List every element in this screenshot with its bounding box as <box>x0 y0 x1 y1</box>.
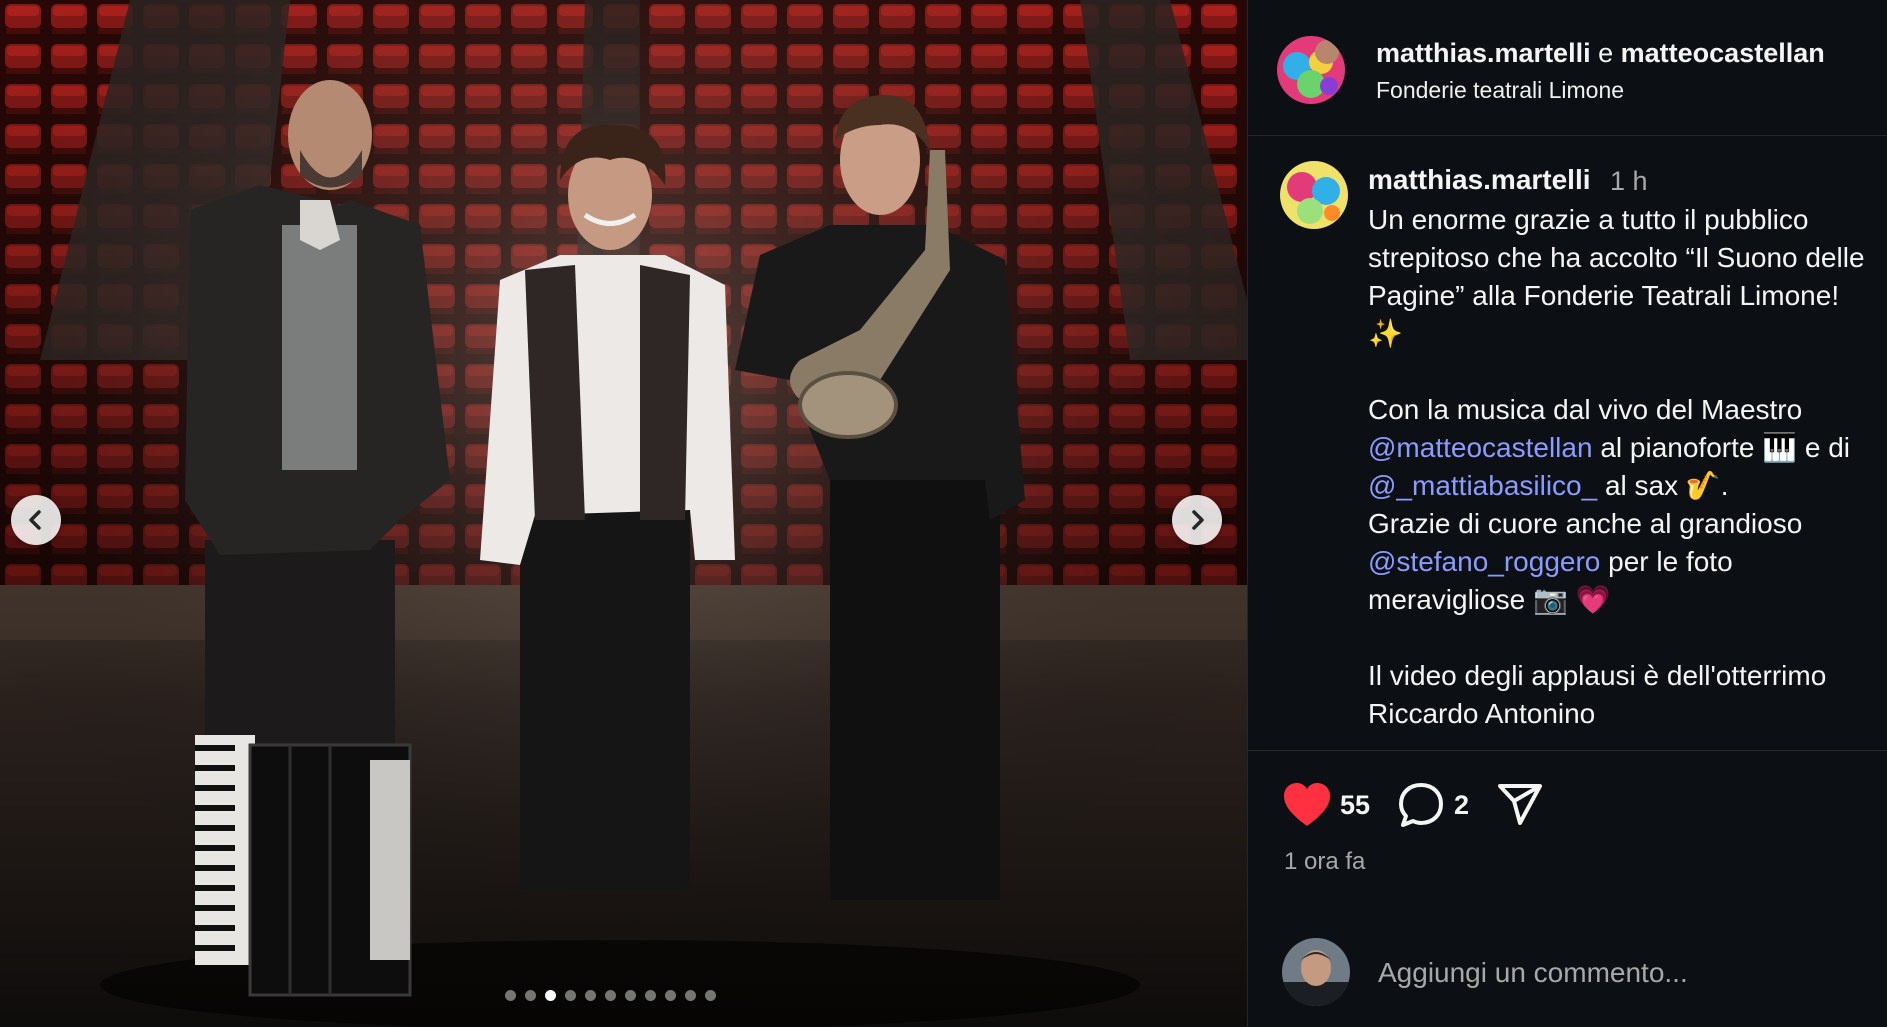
author-username-1[interactable]: matthias.martelli <box>1376 38 1591 68</box>
caption-text-segment: al pianoforte 🎹 e di <box>1592 432 1851 463</box>
avatar[interactable] <box>1277 36 1345 104</box>
carousel-dot[interactable] <box>565 990 576 1001</box>
caption-text: Un enorme grazie a tutto il pubblico str… <box>1368 201 1878 733</box>
carousel-dot[interactable] <box>625 990 636 1001</box>
add-comment-row <box>1248 930 1887 1010</box>
post-authors: matthias.martelli e matteocastellan <box>1376 38 1825 69</box>
heart-icon <box>1284 783 1330 826</box>
mention-link[interactable]: @stefano_roggero <box>1368 546 1600 577</box>
carousel-dot[interactable] <box>705 990 716 1001</box>
caption-text-segment: Grazie di cuore anche al grandioso <box>1368 508 1803 539</box>
post-photo <box>0 0 1247 1027</box>
carousel-dots <box>505 990 716 1001</box>
caption-paragraph-3: Il video degli applausi è dell'otterrimo… <box>1368 660 1827 729</box>
post-media[interactable] <box>0 0 1247 1027</box>
carousel-dot[interactable] <box>505 990 516 1001</box>
post-time-ago: 1 ora fa <box>1284 848 1366 875</box>
send-icon <box>1498 784 1543 825</box>
carousel-prev-button[interactable] <box>11 495 61 545</box>
comment-input[interactable] <box>1376 950 1860 996</box>
post-location[interactable]: Fonderie teatrali Limone <box>1376 77 1624 104</box>
caption-username[interactable]: matthias.martelli <box>1368 164 1591 196</box>
post-side-panel: matthias.martelli e matteocastellan Fond… <box>1247 0 1887 1027</box>
author-conjunction: e <box>1598 38 1614 68</box>
comment-bubble-icon <box>1399 783 1444 827</box>
accordion <box>195 735 412 997</box>
author-username-2[interactable]: matteocastellan <box>1621 38 1825 68</box>
caption-paragraph-2: Con la musica dal vivo del Maestro @matt… <box>1368 391 1878 619</box>
post-actions: 55 2 <box>1282 780 1545 830</box>
caption-text-segment: al sax 🎷. <box>1597 470 1729 501</box>
carousel-dot[interactable] <box>665 990 676 1001</box>
current-user-avatar <box>1282 938 1350 1006</box>
caption-avatar[interactable] <box>1280 161 1348 229</box>
carousel-next-button[interactable] <box>1172 495 1222 545</box>
caption-timestamp: 1 h <box>1610 166 1648 196</box>
mention-link[interactable]: @matteocastellan <box>1368 432 1593 463</box>
carousel-dot[interactable] <box>585 990 596 1001</box>
like-count[interactable]: 55 <box>1340 790 1370 821</box>
like-button[interactable] <box>1282 780 1332 830</box>
post-header: matthias.martelli e matteocastellan Fond… <box>1248 0 1887 136</box>
comment-button[interactable] <box>1396 780 1446 830</box>
comment-count[interactable]: 2 <box>1454 790 1469 821</box>
carousel-dot-active[interactable] <box>545 990 556 1001</box>
share-button[interactable] <box>1495 780 1545 830</box>
carousel-dot[interactable] <box>525 990 536 1001</box>
caption-paragraph-1: Un enorme grazie a tutto il pubblico str… <box>1368 204 1865 349</box>
chevron-left-icon <box>29 510 41 530</box>
mention-link[interactable]: @_mattiabasilico_ <box>1368 470 1597 501</box>
carousel-dot[interactable] <box>685 990 696 1001</box>
carousel-dot[interactable] <box>645 990 656 1001</box>
caption-text-segment: Con la musica dal vivo del Maestro <box>1368 394 1803 425</box>
divider <box>1248 750 1887 751</box>
carousel-dot[interactable] <box>605 990 616 1001</box>
chevron-right-icon <box>1192 510 1204 530</box>
